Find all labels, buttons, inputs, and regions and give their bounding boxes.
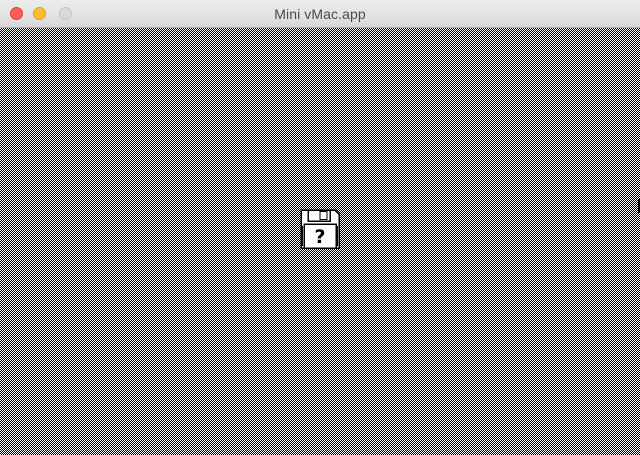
title-bar[interactable]: Mini vMac.app — [0, 0, 640, 28]
emulator-screen[interactable]: ? — [0, 28, 640, 455]
question-mark-symbol: ? — [314, 226, 325, 248]
floppy-disk-icon: ? — [300, 209, 340, 249]
question-mark-disk-icon: ? — [300, 209, 340, 249]
mini-vmac-window: Mini vMac.app ? — [0, 0, 640, 455]
window-title: Mini vMac.app — [274, 6, 366, 22]
